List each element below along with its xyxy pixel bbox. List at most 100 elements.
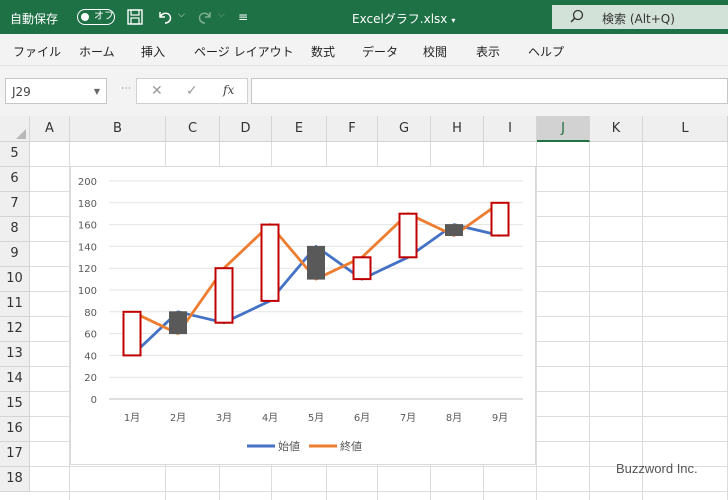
up-bar — [490, 201, 510, 237]
undo-icon[interactable] — [156, 8, 174, 26]
redo-icon[interactable] — [196, 8, 214, 26]
column-header-a[interactable]: A — [30, 116, 70, 142]
grid-column-line — [589, 142, 590, 500]
up-bar — [260, 223, 280, 302]
y-tick-label: 80 — [84, 308, 97, 319]
row-header-18[interactable]: 18 — [0, 467, 30, 492]
row-header-8[interactable]: 8 — [0, 217, 30, 242]
x-tick-label: 6月 — [354, 412, 370, 424]
formula-buttons: ✕ ✓ fx — [136, 78, 248, 104]
tab-insert[interactable]: 挿入 — [141, 43, 165, 60]
row-header-11[interactable]: 11 — [0, 292, 30, 317]
ribbon-tabs: ファイル ホーム 挿入 ページ レイアウト 数式 データ 校閲 表示 ヘルプ — [0, 34, 728, 66]
column-header-d[interactable]: D — [220, 116, 272, 142]
legend-label: 始値 — [278, 439, 300, 453]
down-bar — [445, 224, 463, 236]
save-icon[interactable] — [126, 8, 144, 26]
chart-canvas: 0 20 40 60 80 100 120 140 160 180 200 1月 2月 3月 4月 5月 6月 7… — [78, 177, 523, 453]
x-tick-label: 3月 — [216, 412, 232, 424]
watermark: Buzzword Inc. — [616, 461, 698, 476]
row-header-12[interactable]: 12 — [0, 317, 30, 342]
y-tick-label: 200 — [78, 177, 97, 188]
x-tick-label: 2月 — [170, 412, 186, 424]
customize-toolbar-icon[interactable]: ≡ — [234, 8, 252, 26]
grid-column-line — [642, 142, 643, 500]
y-tick-label: 120 — [78, 264, 97, 275]
x-tick-label: 5月 — [308, 412, 324, 424]
up-bar — [398, 212, 418, 259]
row-header-15[interactable]: 15 — [0, 392, 30, 417]
up-bar — [214, 267, 234, 324]
tab-review[interactable]: 校閲 — [423, 43, 447, 60]
x-tick-label: 4月 — [262, 412, 278, 424]
y-tick-label: 180 — [78, 199, 97, 210]
more-icon[interactable]: ⋮ — [120, 83, 131, 92]
stock-chart[interactable]: 0 20 40 60 80 100 120 140 160 180 200 1月 2月 3月 4月 5月 6月 7… — [70, 166, 536, 465]
column-header-g[interactable]: G — [378, 116, 431, 142]
legend-label: 終値 — [340, 439, 362, 453]
tab-view[interactable]: 表示 — [476, 43, 500, 60]
redo-dropdown-icon[interactable]: ⌵ — [218, 10, 225, 20]
tab-page-layout[interactable]: ページ レイアウト — [194, 43, 294, 60]
undo-dropdown-icon[interactable]: ⌵ — [178, 10, 185, 20]
column-header-f[interactable]: F — [327, 116, 378, 142]
up-bar — [122, 310, 142, 357]
row-header-14[interactable]: 14 — [0, 367, 30, 392]
tab-help[interactable]: ヘルプ — [528, 43, 564, 60]
y-tick-label: 40 — [84, 351, 97, 362]
search-placeholder: 検索 (Alt+Q) — [602, 12, 675, 26]
up-bar — [352, 256, 372, 281]
x-tick-label: 7月 — [400, 412, 416, 424]
file-title-text: Excelグラフ.xlsx — [352, 12, 448, 26]
cancel-icon[interactable]: ✕ — [151, 83, 163, 99]
x-tick-label: 8月 — [446, 412, 462, 424]
name-box[interactable]: J29 ▼ — [5, 78, 107, 104]
column-header-i[interactable]: I — [484, 116, 537, 142]
column-header-e[interactable]: E — [272, 116, 327, 142]
chevron-down-icon: ▾ — [451, 16, 456, 25]
tab-formulas[interactable]: 数式 — [311, 43, 335, 60]
row-header-5[interactable]: 5 — [0, 142, 30, 167]
column-header-h[interactable]: H — [431, 116, 484, 142]
row-header-6[interactable]: 6 — [0, 167, 30, 192]
insert-function-icon[interactable]: fx — [223, 83, 234, 97]
tab-home[interactable]: ホーム — [79, 43, 115, 60]
row-header-13[interactable]: 13 — [0, 342, 30, 367]
chevron-down-icon[interactable]: ▼ — [94, 87, 100, 96]
search-box[interactable]: 検索 (Alt+Q) — [552, 5, 728, 29]
down-bar — [307, 245, 325, 280]
file-title[interactable]: Excelグラフ.xlsx ▾ — [352, 10, 455, 27]
formula-bar: J29 ▼ ⋮ ✕ ✓ fx — [0, 66, 728, 116]
column-header-c[interactable]: C — [166, 116, 220, 142]
column-header-b[interactable]: B — [70, 116, 166, 142]
y-tick-label: 20 — [84, 373, 97, 384]
autosave-state: オフ — [94, 11, 114, 22]
row-header-9[interactable]: 9 — [0, 242, 30, 267]
column-header-k[interactable]: K — [590, 116, 643, 142]
name-box-value: J29 — [12, 85, 31, 99]
autosave-toggle[interactable]: オフ — [77, 9, 115, 25]
select-all-button[interactable] — [0, 116, 30, 142]
enter-icon[interactable]: ✓ — [186, 83, 198, 99]
toggle-knob — [81, 13, 89, 21]
x-tick-label: 9月 — [492, 412, 508, 424]
row-header-17[interactable]: 17 — [0, 442, 30, 467]
row-header-7[interactable]: 7 — [0, 192, 30, 217]
formula-input[interactable] — [251, 78, 728, 104]
y-tick-label: 100 — [78, 286, 97, 297]
y-tick-label: 60 — [84, 330, 97, 341]
y-tick-label: 0 — [91, 395, 97, 406]
title-bar: 自動保存 オフ ⌵ ⌵ ≡ Excelグラフ.xlsx ▾ 検索 (Alt+Q) — [0, 0, 728, 34]
autosave-label: 自動保存 — [10, 12, 59, 26]
grid-row-line — [30, 491, 728, 492]
y-tick-label: 160 — [78, 221, 97, 232]
select-all-icon — [16, 129, 26, 139]
row-header-16[interactable]: 16 — [0, 417, 30, 442]
tab-file[interactable]: ファイル — [13, 43, 61, 60]
row-header-10[interactable]: 10 — [0, 267, 30, 292]
column-header-j[interactable]: J — [537, 116, 590, 142]
column-header-l[interactable]: L — [643, 116, 728, 142]
tab-data[interactable]: データ — [362, 43, 398, 60]
down-bar — [169, 311, 187, 335]
x-tick-label: 1月 — [124, 412, 140, 424]
